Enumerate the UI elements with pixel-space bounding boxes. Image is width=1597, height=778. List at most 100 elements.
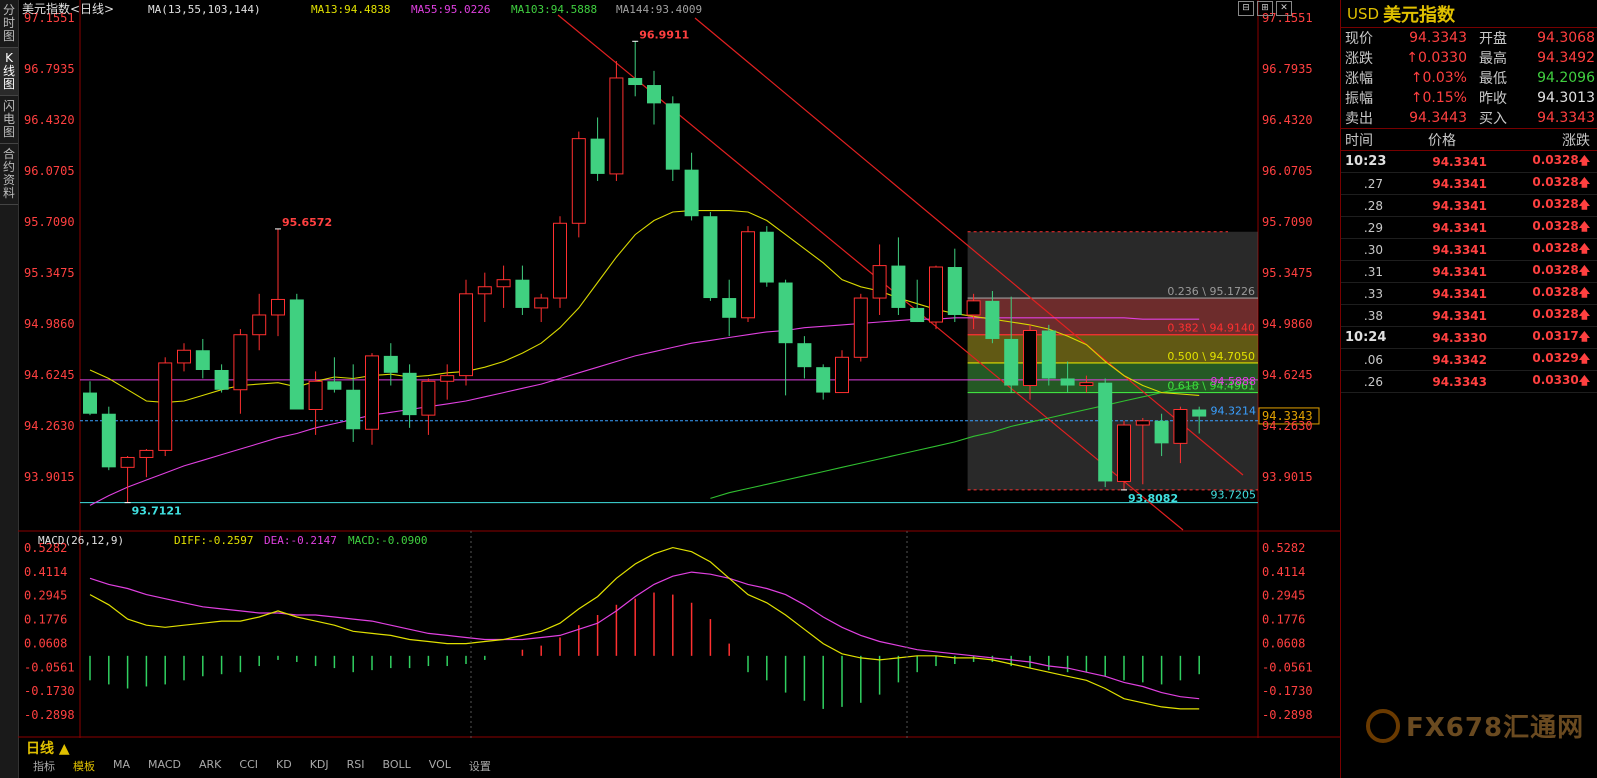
quote-label: 昨收 bbox=[1479, 91, 1507, 107]
peak-label: 96.9911 bbox=[639, 28, 689, 41]
y-tick-label-right: 93.9015 bbox=[1262, 470, 1313, 484]
peak-label: 95.6572 bbox=[282, 216, 332, 229]
candle-body-down bbox=[1004, 338, 1019, 386]
indicator-tab[interactable]: 模板 bbox=[64, 758, 104, 774]
arrow-up-icon: 🡅 bbox=[1578, 176, 1590, 189]
indicator-tab[interactable]: KDJ bbox=[301, 758, 338, 774]
quote-label: 买入 bbox=[1479, 111, 1507, 127]
macd-tick-left: 0.2945 bbox=[24, 589, 67, 603]
period-selector[interactable]: 日线 ▲ bbox=[26, 738, 70, 758]
quote-value: 94.3343 bbox=[1409, 30, 1467, 46]
tick-row[interactable]: .28 94.3341 0.0328🡅 bbox=[1341, 195, 1597, 217]
tick-change-value: 0.0328 bbox=[1532, 153, 1579, 167]
indicator-tab[interactable]: VOL bbox=[420, 758, 460, 774]
arrow-up-icon: 🡅 bbox=[1578, 308, 1590, 321]
indicator-tab[interactable]: ARK bbox=[190, 758, 230, 774]
tab-contract-info[interactable]: 合约资料 bbox=[0, 144, 18, 205]
indicator-tab[interactable]: CCI bbox=[230, 758, 267, 774]
tick-price: 94.3341 bbox=[1432, 242, 1487, 257]
candle-body-up bbox=[835, 356, 849, 394]
tick-header: 时间 价格 涨跌 bbox=[1341, 129, 1597, 151]
tick-row[interactable]: 10:24 94.3330 0.0317🡅 bbox=[1341, 327, 1597, 349]
candle-body-down bbox=[985, 300, 1000, 339]
fib-label: 0.382 \ 94.9140 bbox=[1167, 322, 1255, 335]
indicator-tab[interactable]: KD bbox=[267, 758, 301, 774]
quote-label: 涨幅 bbox=[1345, 71, 1373, 87]
close-icon[interactable]: ✕ bbox=[1276, 1, 1292, 16]
tick-row[interactable]: 10:23 94.3341 0.0328🡅 bbox=[1341, 151, 1597, 173]
y-tick-label-right: 94.9860 bbox=[1262, 317, 1313, 331]
tick-change-value: 0.0328 bbox=[1532, 285, 1579, 299]
y-tick-label-left: 93.9015 bbox=[24, 470, 75, 484]
y-tick-label-right: 96.4320 bbox=[1262, 113, 1313, 127]
tick-row[interactable]: .27 94.3341 0.0328🡅 bbox=[1341, 173, 1597, 195]
indicator-tab[interactable]: BOLL bbox=[374, 758, 420, 774]
y-tick-label-left: 96.7935 bbox=[24, 62, 75, 76]
candle-body-up bbox=[139, 449, 154, 458]
candle-body-up bbox=[177, 349, 191, 364]
quote-table: 现价 94.3343 开盘 94.3068 涨跌 ↑0.0330 最高 94.3492 涨幅 ↑0… bbox=[1341, 28, 1597, 129]
candle-body-up bbox=[553, 222, 567, 299]
macd-tick-left: 0.1776 bbox=[24, 613, 67, 627]
kline-chart[interactable]: 0.236 \ 95.1726 0.382 \ 94.9140 0.500 \ 94… bbox=[18, 0, 1340, 738]
tick-change: 0.0328🡅 bbox=[1487, 174, 1590, 193]
tick-row[interactable]: .33 94.3341 0.0328🡅 bbox=[1341, 283, 1597, 305]
quote-label: 卖出 bbox=[1345, 111, 1373, 127]
candle-body-up bbox=[534, 297, 549, 309]
indicator-tab[interactable]: MACD bbox=[139, 758, 190, 774]
tick-change: 0.0328🡅 bbox=[1487, 262, 1590, 281]
candle-body-down bbox=[628, 77, 643, 86]
quote-label: 最低 bbox=[1479, 71, 1507, 87]
quote-row: 振幅 ↑0.15% 昨收 94.3013 bbox=[1341, 88, 1597, 108]
quote-label: 现价 bbox=[1345, 31, 1373, 47]
candle-body-down bbox=[1154, 420, 1169, 444]
candle-body-up bbox=[308, 380, 323, 410]
quote-label: 振幅 bbox=[1345, 91, 1373, 107]
tick-list[interactable]: 10:23 94.3341 0.0328🡅 .27 94.3341 0.0328🡅 .28 9… bbox=[1341, 151, 1597, 393]
tick-row[interactable]: .38 94.3341 0.0328🡅 bbox=[1341, 305, 1597, 327]
y-tick-label-left: 94.9860 bbox=[24, 317, 75, 331]
candle-body-down bbox=[665, 103, 680, 170]
tab-timeshare[interactable]: 分时图 bbox=[0, 0, 18, 48]
macd-tick-left: -0.0561 bbox=[24, 660, 75, 674]
tick-row[interactable]: .06 94.3342 0.0329🡅 bbox=[1341, 349, 1597, 371]
indicator-tab[interactable]: 指标 bbox=[24, 758, 64, 774]
tick-time: 10:24 bbox=[1345, 330, 1387, 345]
indicator-tab[interactable]: RSI bbox=[338, 758, 374, 774]
ma55-label: MA55:95.0226 bbox=[411, 3, 490, 16]
tick-change-value: 0.0328 bbox=[1532, 175, 1579, 189]
indicator-tab[interactable]: MA bbox=[104, 758, 139, 774]
tick-price: 94.3341 bbox=[1432, 154, 1487, 169]
macd-tick-right: 0.5282 bbox=[1262, 541, 1305, 555]
macd-dea-label: DEA:-0.2147 bbox=[264, 534, 337, 547]
y-tick-label-right: 95.3475 bbox=[1262, 266, 1313, 280]
candle-body-down bbox=[515, 279, 530, 308]
tab-flash[interactable]: 闪电图 bbox=[0, 96, 18, 144]
tab-kline[interactable]: K线图 bbox=[0, 48, 18, 96]
low-label: 93.7121 bbox=[132, 505, 182, 518]
maximize-icon[interactable]: ⊞ bbox=[1257, 1, 1273, 16]
arrow-up-icon: 🡅 bbox=[1578, 286, 1590, 299]
tick-row[interactable]: .31 94.3341 0.0328🡅 bbox=[1341, 261, 1597, 283]
candle-body-down bbox=[214, 369, 229, 390]
quote-row: 现价 94.3343 开盘 94.3068 bbox=[1341, 28, 1597, 48]
tick-change: 0.0317🡅 bbox=[1487, 328, 1590, 347]
candle-body-up bbox=[1117, 424, 1131, 482]
candle-body-up bbox=[365, 355, 379, 430]
minimize-icon[interactable]: ⊟ bbox=[1238, 1, 1254, 16]
candle-body-down bbox=[797, 343, 812, 368]
ma13-label: MA13:94.4838 bbox=[311, 3, 390, 16]
indicator-tab[interactable]: 设置 bbox=[460, 758, 500, 774]
tick-time: .06 bbox=[1363, 352, 1383, 367]
quote-value: ↑0.15% bbox=[1410, 90, 1467, 106]
instrument-name: 美元指数 bbox=[1383, 4, 1456, 26]
tick-row[interactable]: .30 94.3341 0.0328🡅 bbox=[1341, 239, 1597, 261]
candle-body-up bbox=[421, 380, 436, 416]
macd-tick-left: 0.4114 bbox=[24, 565, 67, 579]
tick-row[interactable]: .26 94.3343 0.0330🡅 bbox=[1341, 371, 1597, 393]
tick-price: 94.3342 bbox=[1432, 352, 1487, 367]
quote-value: ↑0.0330 bbox=[1406, 50, 1467, 66]
candle-body-up bbox=[252, 314, 267, 336]
candle-body-up bbox=[477, 286, 492, 295]
tick-row[interactable]: .29 94.3341 0.0328🡅 bbox=[1341, 217, 1597, 239]
